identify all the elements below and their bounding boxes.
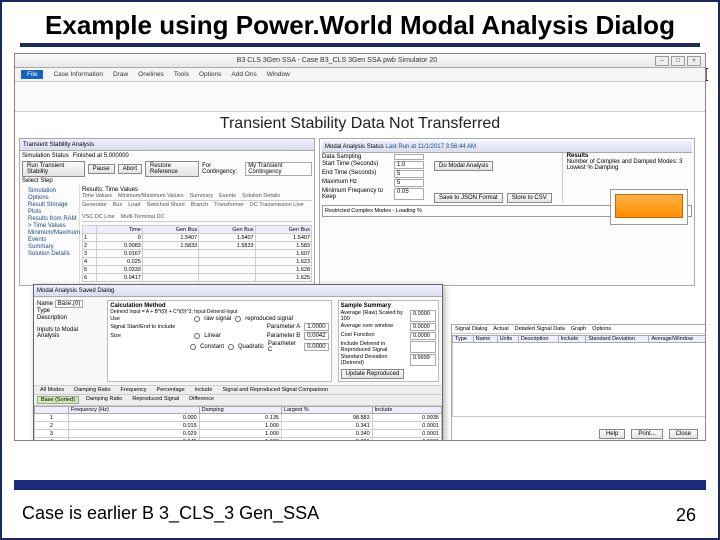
app-titlebar: B3 CLS 3Gen SSA - Case B3_CLS 3Gen SSA.p… [15, 54, 705, 68]
print-button[interactable]: Print... [631, 429, 662, 439]
modal-left-fields: Name Base,(0) Type Description Inputs to… [37, 300, 101, 382]
page-number: 26 [676, 505, 696, 526]
pause-button[interactable]: Pause [88, 164, 115, 174]
sample-summary-header: Sample Summary [341, 303, 436, 309]
modal-dialog-title: Modal Analysis Saved Dialog [34, 285, 442, 297]
calculation-method-box: Calculation Method Detrend Input = A + B… [107, 300, 331, 382]
ribbon-tabs: File Case Information Draw Onelines Tool… [15, 68, 705, 82]
restore-ref-button[interactable]: Restore Reference [145, 161, 199, 177]
signal-data-panel: Signal DialogActualDetailed Signal DataG… [451, 324, 706, 441]
minimize-button[interactable]: – [655, 56, 669, 66]
tree-item[interactable]: Summary [22, 243, 77, 250]
tree-item[interactable]: Result Storage [22, 201, 77, 208]
ribbon-tab-addons[interactable]: Add Ons [231, 71, 256, 78]
tree-item[interactable]: Events [22, 236, 77, 243]
tree-item[interactable]: Minimum/Maximum [22, 229, 77, 236]
slide-title: Example using Power.World Modal Analysis… [2, 2, 718, 43]
tree-item[interactable]: Solution Details [22, 250, 77, 257]
modal-analysis-dialog: Modal Analysis Saved Dialog Name Base,(0… [33, 284, 443, 441]
slide-caption: Case is earlier B 3_CLS_3 Gen_SSA [22, 503, 319, 524]
do-modal-button[interactable]: Do Modal Analysis [434, 161, 493, 171]
lowest-damping: Lowest % Damping [567, 165, 683, 171]
close-panel-button[interactable]: Close [669, 429, 698, 439]
window-controls: – □ × [655, 56, 701, 66]
mode-preview-chart [610, 189, 688, 225]
transfer-banner: Transient Stability Data Not Transferred [15, 112, 705, 136]
update-reproduced-button[interactable]: Update Reproduced [341, 369, 405, 379]
ribbon-tab-options[interactable]: Options [199, 71, 221, 78]
powerworld-app-window: B3 CLS 3Gen SSA - Case B3_CLS 3Gen SSA.p… [14, 53, 706, 441]
tree-item[interactable]: Results from RAM [22, 215, 77, 222]
tree-item[interactable]: Simulation [22, 187, 77, 194]
ribbon-tab-file[interactable]: File [21, 70, 43, 79]
timing-fields: Data SamplingStart Time (Seconds)1.0End … [322, 153, 424, 203]
ribbon-tab-onelines[interactable]: Onelines [138, 71, 164, 78]
desc-label: Description [37, 315, 101, 321]
modal-result-tabs[interactable]: Base (Sorted)Damping RatioReproduced Sig… [34, 395, 442, 406]
sim-status-label: Simulation Status [22, 153, 69, 159]
timing-title-time: Last Run at 11/1/2017 3:56:44 AM [385, 144, 476, 150]
ribbon-tab-case[interactable]: Case Information [53, 71, 103, 78]
timing-panel-title: Modal Analysis Status Last Run at 11/1/2… [322, 141, 692, 153]
inputs-label: Inputs to Modal Analysis [37, 327, 101, 339]
tree-item[interactable]: Options [22, 194, 77, 201]
detrend-expr: Detrend Input = A + B*t(0) + C*t(0)^2; I… [110, 309, 328, 315]
modal-results-table[interactable]: Frequency (Hz)DampingLargest %Include 10… [34, 406, 442, 441]
select-step-label: Select Step [20, 177, 314, 185]
type-label: Type [37, 308, 101, 314]
contingency-select[interactable]: My Transient Contingency [245, 162, 312, 176]
tree-item[interactable]: > Time Values [22, 222, 77, 229]
tree-item[interactable]: Plots [22, 208, 77, 215]
bottom-accent-bar [14, 480, 706, 490]
ribbon-body [15, 82, 705, 112]
ribbon-tab-window[interactable]: Window [267, 71, 290, 78]
stability-panel-title: Transient Stability Analysis [20, 139, 314, 151]
abort-button[interactable]: Abort [118, 164, 142, 174]
for-contingency-label: For Contingency: [202, 163, 242, 175]
modal-prefix-tabs[interactable]: All ModesDamping RatioFrequencyPercentag… [34, 386, 442, 395]
titlebar-text: B3 CLS 3Gen SSA - Case B3_CLS 3Gen SSA.p… [19, 57, 655, 64]
store-csv-button[interactable]: Store to CSV [507, 193, 552, 203]
timing-actions: Do Modal Analysis Save to JSON Format St… [434, 153, 552, 203]
maximize-button[interactable]: □ [671, 56, 685, 66]
timing-title-prefix: Modal Analysis Status [325, 144, 384, 150]
help-button[interactable]: Help [599, 429, 625, 439]
name-label: Name [37, 301, 53, 307]
close-button[interactable]: × [687, 56, 701, 66]
name-input[interactable]: Base,(0) [55, 300, 84, 308]
subtabs-row2[interactable]: GeneratorBusLoadSwitched ShuntBranchTran… [82, 202, 312, 222]
sim-status-value: Finished at 5.000000 [73, 153, 129, 159]
transient-stability-panel: Transient Stability Analysis Simulation … [19, 138, 315, 286]
save-json-button[interactable]: Save to JSON Format [434, 193, 503, 203]
signal-table[interactable]: TypeNameUnitsDescriptionIncludeStandard … [452, 335, 706, 417]
modal-analysis-panel: Modal Analysis Status Last Run at 11/1/2… [319, 138, 695, 286]
title-underline [20, 43, 700, 47]
subtabs-row1[interactable]: Time ValuesMinimum/Maximum ValuesSummary… [82, 193, 312, 201]
ribbon-tab-draw[interactable]: Draw [113, 71, 128, 78]
run-transient-button[interactable]: Run Transient Stability [22, 161, 85, 177]
ribbon-tab-tools[interactable]: Tools [174, 71, 189, 78]
signal-panel-tabs[interactable]: Signal DialogActualDetailed Signal DataG… [452, 325, 706, 334]
sample-summary-box: Sample Summary Average (Raw) Scaled by 1… [338, 300, 439, 382]
time-values-table[interactable]: TimeGen BusGen BusGen Bus101.54071.54071… [82, 225, 312, 282]
